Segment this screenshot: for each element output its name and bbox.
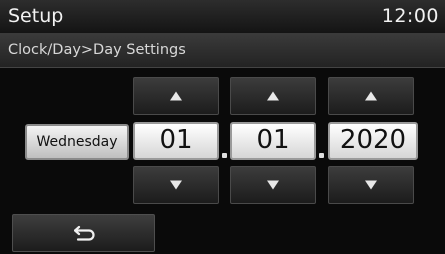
date-separator bbox=[222, 153, 227, 158]
setup-screen: Setup 12:00 Clock/Day>Day Settings Wedne… bbox=[0, 0, 445, 254]
page-title: Setup bbox=[8, 5, 64, 27]
year-value[interactable]: 2020 bbox=[328, 122, 418, 160]
breadcrumb: Clock/Day>Day Settings bbox=[8, 42, 186, 58]
back-icon bbox=[74, 225, 95, 241]
year-up-button[interactable] bbox=[328, 77, 414, 115]
date-separator bbox=[319, 153, 324, 158]
month-up-button[interactable] bbox=[133, 77, 219, 115]
down-arrow-icon bbox=[170, 180, 182, 190]
breadcrumb-bar: Clock/Day>Day Settings bbox=[0, 34, 445, 68]
top-bar: Setup 12:00 bbox=[0, 0, 445, 34]
day-up-button[interactable] bbox=[230, 77, 316, 115]
clock-display: 12:00 bbox=[381, 5, 439, 27]
day-down-button[interactable] bbox=[230, 166, 316, 204]
day-value[interactable]: 01 bbox=[230, 122, 316, 160]
down-arrow-icon bbox=[365, 180, 377, 190]
up-arrow-icon bbox=[170, 91, 182, 101]
month-value[interactable]: 01 bbox=[133, 122, 219, 160]
back-button[interactable] bbox=[12, 214, 155, 252]
month-down-button[interactable] bbox=[133, 166, 219, 204]
down-arrow-icon bbox=[267, 180, 279, 190]
weekday-button[interactable]: Wednesday bbox=[25, 124, 129, 160]
up-arrow-icon bbox=[365, 91, 377, 101]
year-down-button[interactable] bbox=[328, 166, 414, 204]
up-arrow-icon bbox=[267, 91, 279, 101]
